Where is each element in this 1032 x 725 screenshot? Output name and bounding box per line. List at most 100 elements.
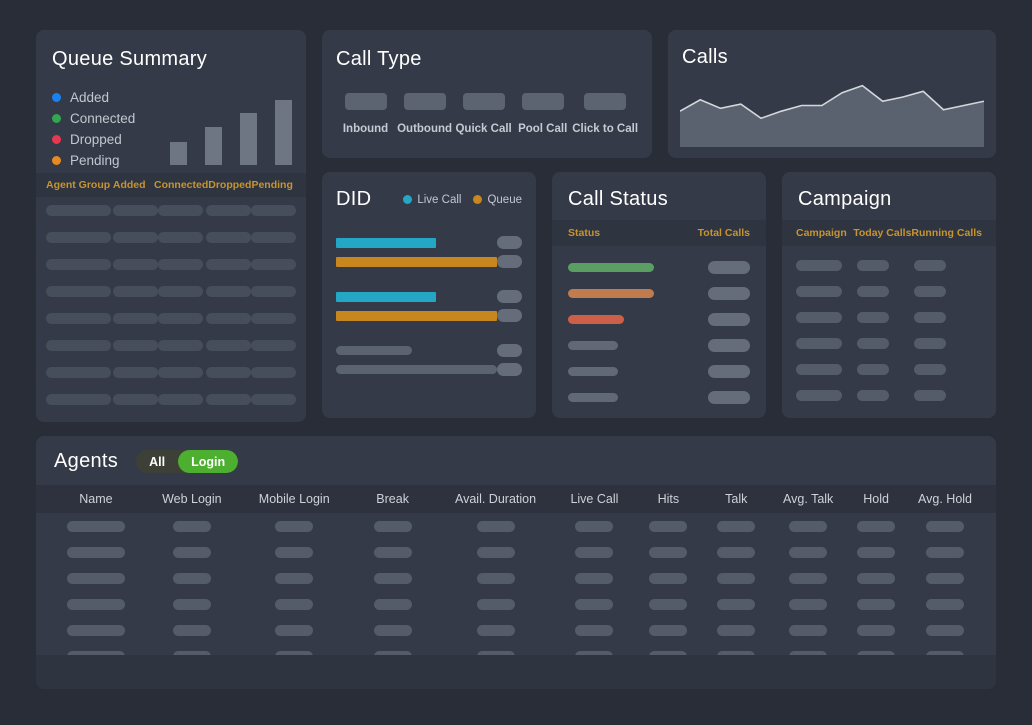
agents-filter-toggle[interactable]: AllLogin — [136, 450, 238, 473]
call-type-item[interactable]: Quick Call — [454, 93, 513, 135]
table-cell — [240, 573, 349, 584]
queue-column-header: Connected — [154, 179, 208, 191]
table-row — [568, 280, 750, 306]
call-status-total-skeleton — [708, 287, 750, 300]
skeleton-bar — [789, 573, 827, 584]
did-bar-row — [336, 360, 522, 379]
skeleton-bar — [575, 625, 613, 636]
table-cell — [206, 286, 251, 297]
skeleton-bar — [67, 573, 125, 584]
table-row — [796, 356, 982, 382]
agents-column-header: Name — [48, 492, 144, 506]
skeleton-bar — [649, 573, 687, 584]
table-cell — [113, 205, 158, 216]
skeleton-bar — [477, 599, 515, 610]
agents-column-header: Mobile Login — [240, 492, 349, 506]
table-cell — [554, 599, 634, 610]
table-cell — [796, 260, 857, 271]
table-cell — [48, 625, 144, 636]
agents-table-header: NameWeb LoginMobile LoginBreakAvail. Dur… — [36, 485, 996, 513]
table-row — [48, 617, 984, 643]
table-cell — [158, 340, 206, 351]
skeleton-bar — [206, 394, 251, 405]
skeleton-bar — [206, 232, 251, 243]
table-row — [796, 278, 982, 304]
legend-dot-icon — [473, 195, 482, 204]
skeleton-bar — [275, 547, 313, 558]
table-cell — [796, 286, 857, 297]
table-cell — [144, 625, 240, 636]
call-status-bar — [568, 263, 654, 272]
skeleton-bar — [251, 340, 296, 351]
table-cell — [251, 286, 296, 297]
skeleton-bar — [575, 573, 613, 584]
skeleton-bar — [251, 259, 296, 270]
skeleton-bar — [717, 521, 755, 532]
call-type-card: Call Type InboundOutboundQuick CallPool … — [322, 30, 652, 158]
table-cell — [770, 599, 846, 610]
call-status-table-header: StatusTotal Calls — [552, 220, 766, 246]
did-value-skeleton — [497, 255, 522, 268]
table-cell — [349, 521, 437, 532]
skeleton-bar — [857, 390, 889, 401]
call-type-item[interactable]: Click to Call — [572, 93, 638, 135]
skeleton-bar — [173, 547, 211, 558]
table-cell — [702, 547, 770, 558]
table-cell — [914, 260, 982, 271]
did-bar-row — [336, 252, 522, 271]
agents-filter-login[interactable]: Login — [178, 450, 238, 473]
skeleton-bar — [206, 259, 251, 270]
table-cell — [144, 573, 240, 584]
call-status-bar — [568, 393, 618, 402]
table-cell — [857, 260, 914, 271]
table-cell — [906, 521, 984, 532]
table-cell — [113, 232, 158, 243]
call-type-label: Inbound — [343, 123, 388, 135]
skeleton-bar — [926, 547, 964, 558]
did-group — [336, 233, 522, 271]
agents-card: Agents AllLogin NameWeb LoginMobile Logi… — [36, 436, 996, 689]
call-status-total-skeleton — [708, 365, 750, 378]
queue-column-header: Pending — [251, 179, 296, 191]
skeleton-bar — [158, 394, 203, 405]
skeleton-bar — [158, 313, 203, 324]
table-cell — [48, 521, 144, 532]
skeleton-bar — [206, 340, 251, 351]
skeleton-bar — [796, 364, 842, 375]
did-group — [336, 341, 522, 379]
table-cell — [437, 573, 555, 584]
table-cell — [796, 390, 857, 401]
table-row — [46, 278, 296, 305]
queue-legend-label: Connected — [70, 111, 135, 126]
did-legend-label: Queue — [487, 194, 522, 206]
skeleton-bar — [477, 573, 515, 584]
agents-column-header: Avg. Hold — [906, 492, 984, 506]
table-cell — [46, 286, 113, 297]
skeleton-bar — [46, 232, 111, 243]
skeleton-bar — [251, 394, 296, 405]
table-cell — [206, 232, 251, 243]
skeleton-bar — [796, 338, 842, 349]
agents-column-header: Live Call — [554, 492, 634, 506]
did-bar — [336, 311, 497, 321]
call-type-item[interactable]: Pool Call — [513, 93, 572, 135]
call-type-item[interactable]: Inbound — [336, 93, 395, 135]
table-cell — [206, 394, 251, 405]
table-cell — [437, 521, 555, 532]
skeleton-bar — [173, 573, 211, 584]
skeleton-bar — [206, 205, 251, 216]
table-cell — [46, 232, 113, 243]
skeleton-bar — [914, 260, 946, 271]
call-type-item[interactable]: Outbound — [395, 93, 454, 135]
table-cell — [251, 340, 296, 351]
skeleton-bar — [113, 232, 158, 243]
table-cell — [46, 340, 113, 351]
agents-filter-all[interactable]: All — [136, 450, 178, 473]
table-cell — [113, 367, 158, 378]
call-status-total-skeleton — [708, 261, 750, 274]
queue-column-header: Agent Group — [46, 179, 113, 191]
table-row — [48, 565, 984, 591]
skeleton-bar — [67, 599, 125, 610]
call-type-label: Pool Call — [518, 123, 567, 135]
skeleton-bar — [789, 521, 827, 532]
